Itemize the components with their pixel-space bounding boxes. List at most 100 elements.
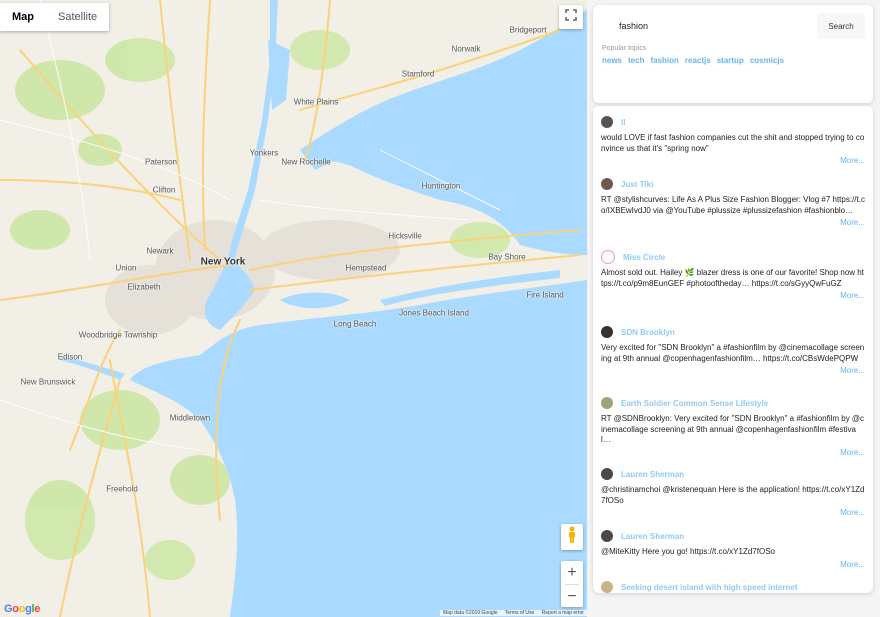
map-label-fire-island: Fire Island — [526, 290, 564, 300]
tweet-text: Almost sold out. Hailey 🌿 blazer dress i… — [601, 268, 864, 288]
map-canvas[interactable]: New York Yonkers New Rochelle White Plai… — [0, 0, 587, 617]
map-label-new-york: New York — [200, 256, 246, 268]
tweet-item: Earth Soldier Common Sense Lifestyle RT … — [593, 389, 873, 460]
tweet-text: Very excited for "SDN Brooklyn" a #fashi… — [601, 343, 865, 363]
tweet-feed[interactable]: ll would LOVE if fast fashion companies … — [593, 106, 873, 593]
topic-tech[interactable]: tech — [628, 56, 644, 65]
map-label-white-plains: White Plains — [293, 97, 339, 107]
tweet-more-link[interactable]: More... — [601, 560, 865, 569]
search-button[interactable]: Search — [817, 13, 865, 39]
tweet-more-link[interactable]: More... — [601, 218, 865, 227]
map-label-bridgeport: Bridgeport — [509, 25, 547, 35]
topic-fashion[interactable]: fashion — [650, 56, 678, 65]
map-label-edison: Edison — [57, 352, 83, 362]
avatar[interactable] — [601, 250, 615, 264]
avatar[interactable] — [601, 397, 613, 409]
tweet-header: ll — [601, 114, 865, 130]
tweet-item: Lauren Sherman @MiteKitty Here you go! h… — [593, 522, 873, 573]
avatar[interactable] — [601, 581, 613, 593]
avatar[interactable] — [601, 326, 613, 338]
tweet-author[interactable]: Earth Soldier Common Sense Lifestyle — [621, 399, 768, 408]
map-label-hempstead: Hempstead — [345, 263, 387, 273]
tweet-header: SDN Brooklyn — [601, 324, 865, 340]
tweet-text: would LOVE if fast fashion companies cut… — [601, 133, 865, 153]
zoom-control: + − — [561, 561, 583, 607]
tweet-header: Lauren Sherman — [601, 528, 865, 544]
search-row: Search — [601, 13, 865, 39]
topic-news[interactable]: news — [602, 56, 622, 65]
topic-startup[interactable]: startup — [717, 56, 744, 65]
map-label-yonkers: Yonkers — [249, 148, 279, 158]
street-view-button[interactable] — [561, 524, 583, 550]
map-label-woodbridge: Woodbridge Township — [78, 330, 158, 340]
topic-reactjs[interactable]: reactjs — [685, 56, 711, 65]
report-error-link[interactable]: Report a map error — [542, 610, 584, 616]
map-attribution: Map data ©2019 Google Terms of Use Repor… — [440, 610, 587, 616]
tweet-author[interactable]: Just Tiki — [621, 180, 653, 189]
tweet-item: SDN Brooklyn Very excited for "SDN Brook… — [593, 318, 873, 389]
tweet-author[interactable]: SDN Brooklyn — [621, 328, 675, 337]
tweet-author[interactable]: Lauren Sherman — [621, 470, 684, 479]
map-label-union: Union — [115, 263, 137, 273]
tweet-text: @christinamchoi @kristenequan Here is th… — [601, 485, 865, 505]
avatar[interactable] — [601, 468, 613, 480]
tweet-header: Just Tiki — [601, 176, 865, 192]
sidebar: Search Popular topics news tech fashion … — [587, 0, 880, 617]
zoom-out-button[interactable]: − — [561, 585, 583, 608]
tweet-header: Lauren Sherman — [601, 466, 865, 482]
map-label-middletown: Middletown — [169, 413, 211, 423]
fullscreen-button[interactable] — [559, 5, 583, 29]
fullscreen-icon — [565, 8, 577, 26]
tweet-item: ll would LOVE if fast fashion companies … — [593, 106, 873, 170]
pegman-icon — [566, 526, 578, 549]
tweet-text: RT @SDNBrooklyn: Very excited for "SDN B… — [601, 414, 865, 444]
map-label-huntington: Huntington — [421, 181, 461, 191]
terms-link[interactable]: Terms of Use — [505, 610, 534, 616]
tweet-header: Seeking desert island with high speed in… — [601, 579, 865, 593]
search-input[interactable] — [601, 13, 817, 39]
map-label-norwalk: Norwalk — [451, 44, 481, 54]
map-label-elizabeth: Elizabeth — [127, 282, 161, 292]
tweet-more-link[interactable]: More... — [601, 366, 865, 375]
map-tab-map[interactable]: Map — [0, 3, 46, 31]
topic-cosmicjs[interactable]: cosmicjs — [750, 56, 784, 65]
popular-topics-label: Popular topics — [602, 45, 647, 52]
map-tab-satellite[interactable]: Satellite — [46, 3, 109, 31]
search-card: Search Popular topics news tech fashion … — [593, 5, 873, 103]
tweet-item: Lauren Sherman @christinamchoi @kristene… — [593, 460, 873, 522]
tweet-more-link[interactable]: More... — [601, 448, 865, 457]
map-label-stamford: Stamford — [401, 69, 435, 79]
map-label-new-brunswick: New Brunswick — [20, 377, 76, 387]
tweet-author[interactable]: Seeking desert island with high speed in… — [621, 583, 797, 592]
map-label-bay-shore: Bay Shore — [488, 252, 526, 262]
tweet-item: Miss Circle Almost sold out. Hailey 🌿 bl… — [593, 243, 873, 318]
map-type-control: Map Satellite — [0, 3, 110, 31]
tweet-more-link[interactable]: More... — [601, 156, 865, 165]
map-label-paterson: Paterson — [144, 157, 178, 167]
map-label-newark: Newark — [146, 246, 174, 256]
avatar[interactable] — [601, 178, 613, 190]
map-label-new-rochelle: New Rochelle — [281, 157, 331, 167]
avatar[interactable] — [601, 116, 613, 128]
map-label-hicksville: Hicksville — [388, 231, 422, 241]
tweet-more-link[interactable]: More... — [601, 508, 865, 517]
tweet-author[interactable]: Miss Circle — [623, 253, 665, 262]
tweet-item: Just Tiki RT @stylishcurves: Life As A P… — [593, 170, 873, 243]
popular-topics-list: news tech fashion reactjs startup cosmic… — [602, 56, 784, 65]
tweet-text: RT @stylishcurves: Life As A Plus Size F… — [601, 195, 865, 215]
tweet-header: Miss Circle — [601, 249, 865, 265]
tweet-header: Earth Soldier Common Sense Lifestyle — [601, 395, 865, 411]
tweet-author[interactable]: ll — [621, 118, 625, 127]
tweet-item: Seeking desert island with high speed in… — [593, 573, 873, 593]
avatar[interactable] — [601, 530, 613, 542]
map-label-long-beach: Long Beach — [333, 319, 377, 329]
map-label-freehold: Freehold — [106, 484, 138, 494]
map-label-clifton: Clifton — [152, 185, 176, 195]
tweet-author[interactable]: Lauren Sherman — [621, 532, 684, 541]
map-label-jones-beach: Jones Beach Island — [399, 308, 469, 318]
tweet-more-link[interactable]: More... — [601, 291, 865, 300]
zoom-in-button[interactable]: + — [561, 561, 583, 584]
google-logo: Google — [4, 603, 41, 615]
tweet-text: @MiteKitty Here you go! https://t.co/xY1… — [601, 547, 775, 556]
map-data-text: Map data ©2019 Google — [443, 610, 498, 616]
